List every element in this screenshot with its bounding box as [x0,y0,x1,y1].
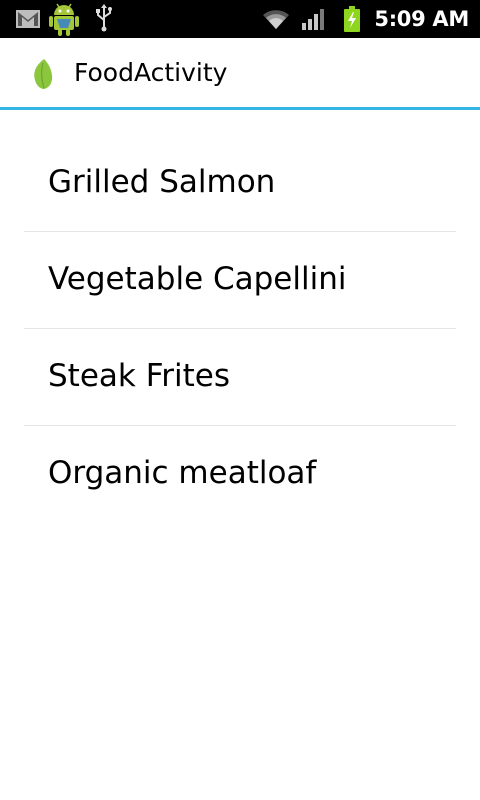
gmail-icon [16,10,40,32]
list-item-label: Grilled Salmon [48,164,276,200]
list-item-label: Steak Frites [48,358,231,394]
list-item[interactable]: Vegetable Capellini [24,232,456,329]
food-list: Grilled Salmon Vegetable Capellini Steak… [24,135,456,522]
wifi-icon [261,7,291,35]
status-time: 5:09 AM [374,7,469,31]
signal-icon [302,8,328,34]
leaf-icon[interactable] [31,58,55,94]
list-item-label: Vegetable Capellini [48,261,347,297]
battery-charging-icon [344,6,360,36]
list-item[interactable]: Grilled Salmon [24,135,456,232]
action-bar: FoodActivity [0,38,480,107]
android-debug-icon [48,1,80,41]
list-item-label: Organic meatloaf [48,455,317,491]
usb-icon [95,4,113,36]
action-bar-title: FoodActivity [74,58,228,87]
status-bar: 5:09 AM [0,0,480,38]
list-item[interactable]: Organic meatloaf [24,426,456,522]
action-bar-divider [0,107,480,110]
list-item[interactable]: Steak Frites [24,329,456,426]
